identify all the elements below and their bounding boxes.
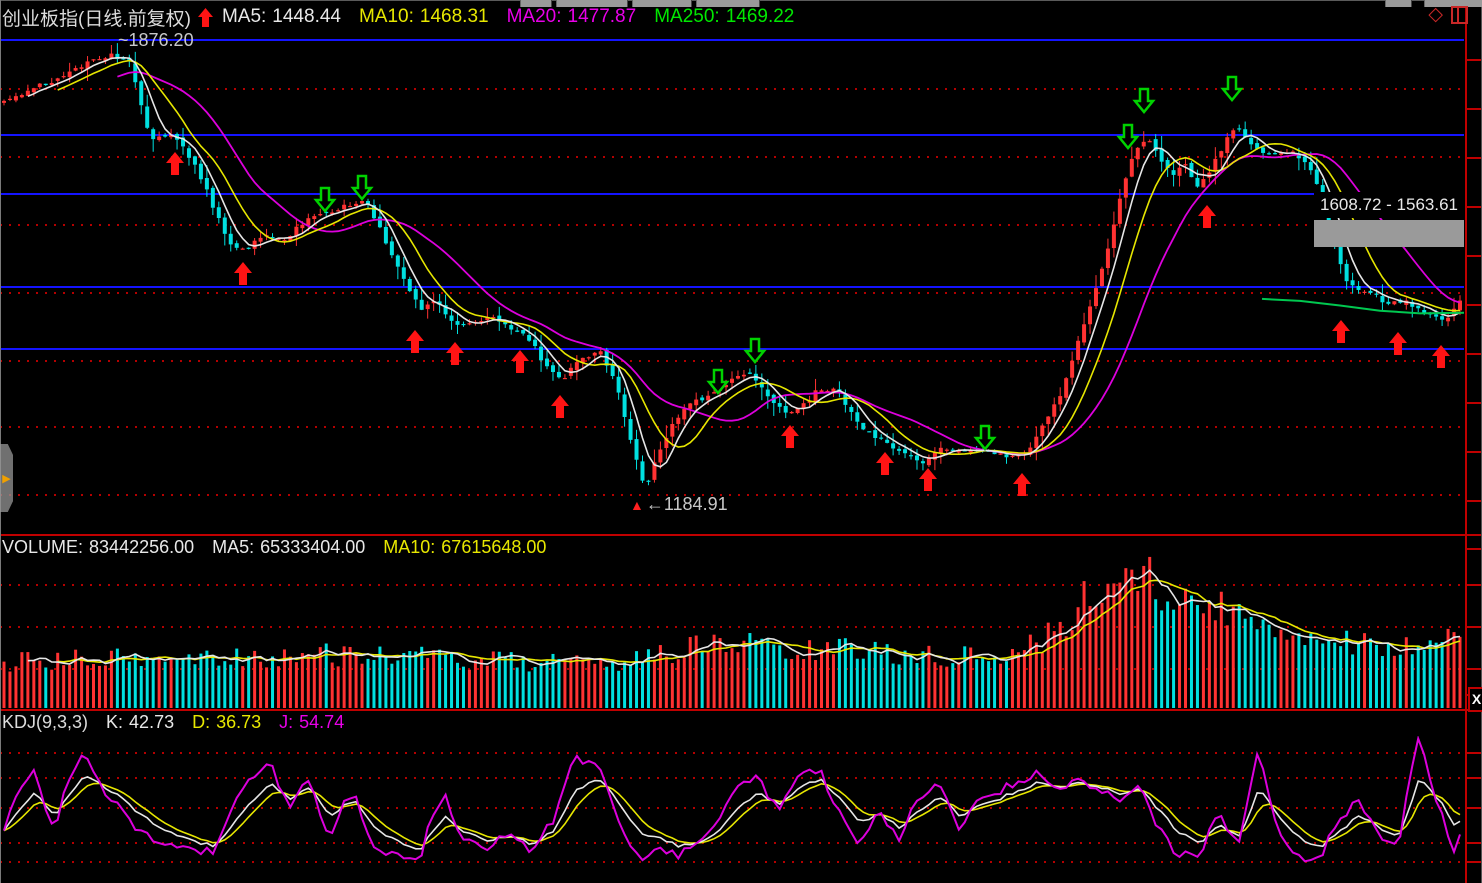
pane-corner-controls: ◇: [1428, 5, 1468, 24]
kdj-j-readout: J: 54.74: [279, 712, 345, 732]
low-marker-icon: ▲: [630, 496, 644, 513]
volume-title-row: VOLUME: 83442256.00 MA5: 65333404.00 MA10:…: [2, 537, 564, 558]
ma5-readout: MA5: 1448.44: [221, 6, 341, 27]
kdj-pane[interactable]: KDJ(9,3,3) K: 42.73 D: 36.73 J: 54.74: [0, 711, 1482, 883]
split-window-icon[interactable]: [1451, 6, 1468, 24]
kdj-d-readout: D: 36.73: [192, 712, 262, 732]
expand-arrow-icon: ▶: [2, 472, 11, 485]
trading-terminal: 创业板指(日线.前复权) MA5: 1448.44 MA10: 1468.31 MA…: [0, 0, 1482, 883]
trend-up-arrow-icon: [197, 7, 213, 27]
ma20-readout: MA20: 1477.87: [506, 6, 637, 27]
volume-ma10-readout: MA10: 67615648.00: [383, 537, 547, 557]
high-annotation: ~1876.20: [118, 30, 194, 50]
ma250-readout: MA250: 1469.22: [654, 6, 795, 27]
measure-range-band: [1314, 220, 1464, 247]
diamond-icon[interactable]: ◇: [1428, 5, 1443, 24]
kdj-k-readout: K: 42.73: [106, 712, 175, 732]
low-annotation: ▲ ←1184.91: [630, 494, 728, 514]
close-indicator-button[interactable]: X: [1468, 687, 1482, 712]
sidebar-expand-handle[interactable]: ▶: [0, 444, 13, 512]
chart-header: 创业板指(日线.前复权) MA5: 1448.44 MA10: 1468.31 MA…: [2, 6, 812, 30]
main-chart-pane[interactable]: ~1876.20 ▲ ←1184.91 1608.72 - 1563.61: [0, 28, 1482, 534]
volume-ma5-readout: MA5: 65333404.00: [212, 537, 366, 557]
ma10-readout: MA10: 1468.31: [358, 6, 489, 27]
measure-range-label: 1608.72 - 1563.61: [1314, 192, 1464, 218]
volume-pane[interactable]: VOLUME: 83442256.00 MA5: 65333404.00 MA10:…: [0, 536, 1482, 712]
kdj-indicator-name: KDJ(9,3,3): [2, 712, 89, 732]
volume-readout: VOLUME: 83442256.00: [2, 537, 195, 557]
kdj-title-row: KDJ(9,3,3) K: 42.73 D: 36.73 J: 54.74: [2, 712, 362, 733]
toolbar-fragment[interactable]: [1385, 0, 1412, 7]
instrument-title: 创业板指(日线.前复权): [2, 8, 191, 30]
